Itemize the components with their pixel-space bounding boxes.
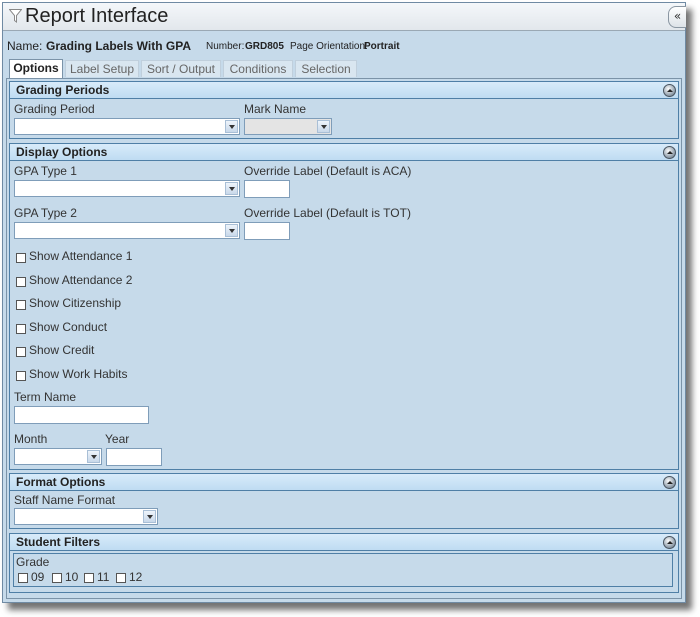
show-attendance-1-label: Show Attendance 1 <box>29 249 133 263</box>
mark-name-select[interactable] <box>244 118 332 135</box>
chevron-down-icon[interactable] <box>87 450 100 463</box>
grading-period-label: Grading Period <box>14 102 95 116</box>
override-label-2-label: Override Label (Default is TOT) <box>244 206 411 220</box>
year-input[interactable] <box>106 448 162 466</box>
show-conduct-checkbox[interactable] <box>16 324 26 334</box>
grade-filter-group: Grade 09 10 11 12 <box>13 553 673 587</box>
show-credit-checkbox[interactable] <box>16 347 26 357</box>
format-options-section: Format Options Staff Name Format <box>9 473 679 529</box>
override-label-2-input[interactable] <box>244 222 290 240</box>
orientation-label: Page Orientation: <box>290 41 368 52</box>
section-header: Student Filters <box>10 534 678 551</box>
show-attendance-1-checkbox[interactable] <box>16 253 26 263</box>
year-label: Year <box>105 432 130 446</box>
display-options-section: Display Options GPA Type 1 Override Labe… <box>9 143 679 470</box>
grade-label: Grade <box>16 555 50 569</box>
gpa-type-1-select[interactable] <box>14 180 240 197</box>
gpa-type-2-select[interactable] <box>14 222 240 239</box>
grading-period-select[interactable] <box>14 118 240 135</box>
grading-periods-section: Grading Periods Grading Period Mark Name <box>9 81 679 139</box>
show-citizenship-label: Show Citizenship <box>29 296 122 310</box>
chevron-down-icon[interactable] <box>225 120 238 133</box>
mark-name-label: Mark Name <box>244 102 307 116</box>
grade-09-label: 09 <box>31 570 45 584</box>
tab-sort-output[interactable]: Sort / Output <box>141 60 221 77</box>
collapse-section-icon[interactable] <box>663 84 676 97</box>
gpa-type-2-label: GPA Type 2 <box>14 206 77 220</box>
show-work-habits-label: Show Work Habits <box>29 367 128 381</box>
grade-11-checkbox[interactable] <box>84 573 94 583</box>
show-attendance-2-checkbox[interactable] <box>16 277 26 287</box>
staff-name-format-label: Staff Name Format <box>14 493 116 507</box>
section-title: Grading Periods <box>16 83 110 97</box>
show-work-habits-checkbox[interactable] <box>16 371 26 381</box>
show-credit-label: Show Credit <box>29 343 95 357</box>
collapse-panel-button[interactable]: « <box>668 6 686 28</box>
report-interface-window: Report Interface « Name: Grading Labels … <box>2 2 686 603</box>
tab-conditions[interactable]: Conditions <box>223 60 293 77</box>
student-filters-section: Student Filters Grade 09 10 11 12 <box>9 533 679 593</box>
report-name: Grading Labels With GPA <box>46 39 192 53</box>
month-label: Month <box>14 432 48 446</box>
collapse-section-icon[interactable] <box>663 146 676 159</box>
month-select[interactable] <box>14 448 102 465</box>
tab-options[interactable]: Options <box>9 59 63 78</box>
staff-name-format-select[interactable] <box>14 508 158 525</box>
gpa-type-1-label: GPA Type 1 <box>14 164 77 178</box>
show-citizenship-checkbox[interactable] <box>16 300 26 310</box>
override-label-1-input[interactable] <box>244 180 290 198</box>
chevron-down-icon[interactable] <box>143 510 156 523</box>
page-orientation: Portrait <box>364 41 400 52</box>
window-title: Report Interface <box>25 5 169 27</box>
section-title: Format Options <box>16 475 106 489</box>
chevron-down-icon[interactable] <box>317 120 330 133</box>
number-label: Number: <box>206 41 245 52</box>
grade-09-checkbox[interactable] <box>18 573 28 583</box>
section-title: Display Options <box>16 145 108 159</box>
name-label: Name: <box>7 39 43 53</box>
report-info-bar: Name: Grading Labels With GPA Number: GR… <box>3 31 685 60</box>
grade-11-label: 11 <box>97 570 110 584</box>
tab-selection[interactable]: Selection <box>295 60 357 77</box>
section-title: Student Filters <box>16 535 101 549</box>
title-bar: Report Interface « <box>3 3 686 31</box>
filter-icon <box>8 9 23 26</box>
term-name-input[interactable] <box>14 406 149 424</box>
section-header: Display Options <box>10 144 678 161</box>
section-header: Format Options <box>10 474 678 491</box>
collapse-section-icon[interactable] <box>663 476 676 489</box>
chevron-down-icon[interactable] <box>225 182 238 195</box>
grade-10-label: 10 <box>65 570 79 584</box>
override-label-1-label: Override Label (Default is ACA) <box>244 164 412 178</box>
section-header: Grading Periods <box>10 82 678 99</box>
grade-12-checkbox[interactable] <box>116 573 126 583</box>
show-attendance-2-label: Show Attendance 2 <box>29 273 133 287</box>
report-number: GRD805 <box>245 41 284 52</box>
collapse-section-icon[interactable] <box>663 536 676 549</box>
show-conduct-label: Show Conduct <box>29 320 108 334</box>
grade-10-checkbox[interactable] <box>52 573 62 583</box>
options-panel: Grading Periods Grading Period Mark Name… <box>6 78 682 599</box>
term-name-label: Term Name <box>14 390 77 404</box>
chevron-down-icon[interactable] <box>225 224 238 237</box>
grade-12-label: 12 <box>129 570 143 584</box>
tab-label-setup[interactable]: Label Setup <box>65 60 139 77</box>
